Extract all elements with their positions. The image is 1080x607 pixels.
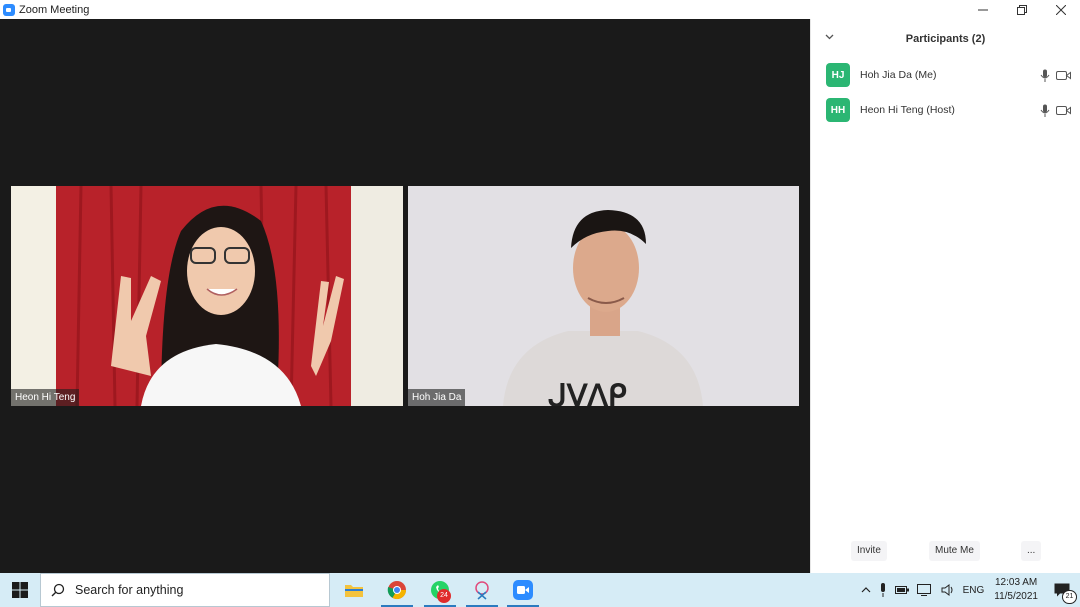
zoom-icon (513, 580, 533, 600)
video-gallery: Heon Hi Teng ᒍᐯᐱᑭ Hoh Jia Da (0, 19, 810, 573)
taskbar-search-box[interactable]: Search for anything (40, 573, 330, 607)
folder-icon (345, 585, 363, 597)
system-tray: ENG 12:03 AM 11/5/2021 21 (857, 573, 1080, 607)
battery-icon (894, 586, 909, 594)
video-camera-icon[interactable] (1056, 70, 1071, 81)
video-camera-icon[interactable] (1056, 105, 1071, 116)
language-indicator[interactable]: ENG (959, 573, 989, 607)
participant-row[interactable]: HJ Hoh Jia Da (Me) (826, 63, 1071, 87)
microphone-icon[interactable] (1040, 69, 1050, 82)
taskbar-zoom[interactable] (505, 573, 541, 607)
close-icon (1055, 4, 1066, 15)
windows-logo-icon (12, 582, 28, 598)
more-options-button[interactable]: ... (1021, 541, 1042, 561)
minimize-icon (977, 9, 988, 10)
chevron-up-icon (861, 587, 871, 593)
volume-tray[interactable] (937, 573, 959, 607)
participant-name-tag: Heon Hi Teng (11, 389, 80, 406)
video-tile-heon-hi-teng[interactable]: Heon Hi Teng (11, 186, 403, 406)
panel-footer: Invite Mute Me ... (811, 541, 1080, 561)
participant-name: Heon Hi Teng (Host) (860, 104, 955, 116)
windows-taskbar: Search for anything 24 ENG 12:03 AM 11/5… (0, 573, 1080, 607)
snipping-tool-icon (475, 581, 489, 600)
taskbar-snipping-tool[interactable] (464, 573, 500, 607)
participant-status-icons (1040, 69, 1071, 82)
participants-panel: Participants (2) HJ Hoh Jia Da (Me) HH H… (810, 19, 1080, 573)
mute-me-button[interactable]: Mute Me (929, 541, 980, 561)
speaker-icon (941, 584, 953, 596)
start-button[interactable] (0, 573, 40, 607)
clock-time: 12:03 AM (994, 577, 1038, 588)
restore-icon (1016, 4, 1027, 15)
collapse-panel-button[interactable] (825, 32, 834, 43)
notification-badge: 24 (437, 589, 451, 603)
title-bar: Zoom Meeting (0, 0, 1080, 19)
microphone-icon (880, 583, 885, 597)
microphone-icon[interactable] (1040, 104, 1050, 117)
chevron-down-icon (825, 34, 834, 40)
close-button[interactable] (1041, 0, 1080, 19)
taskbar-file-explorer[interactable] (336, 573, 372, 607)
clock[interactable]: 12:03 AM 11/5/2021 (988, 576, 1044, 604)
restore-button[interactable] (1002, 0, 1041, 19)
participant-name: Hoh Jia Da (Me) (860, 69, 937, 81)
video-tile-hoh-jia-da[interactable]: ᒍᐯᐱᑭ Hoh Jia Da (408, 186, 799, 406)
video-feed: ᒍᐯᐱᑭ (408, 186, 799, 406)
invite-button[interactable]: Invite (851, 541, 887, 561)
panel-header: Participants (2) (811, 19, 1080, 59)
notification-count: 21 (1062, 590, 1077, 604)
shirt-print: ᒍᐯᐱᑭ (548, 380, 627, 406)
show-hidden-icons-button[interactable] (857, 573, 875, 607)
panel-title: Participants (2) (905, 33, 986, 45)
window-title: Zoom Meeting (19, 3, 90, 16)
participant-row[interactable]: HH Heon Hi Teng (Host) (826, 98, 1071, 122)
search-icon (51, 583, 65, 597)
network-tray[interactable] (913, 573, 937, 607)
avatar: HJ (826, 63, 850, 87)
avatar: HH (826, 98, 850, 122)
participant-name-tag: Hoh Jia Da (408, 389, 466, 406)
taskbar-whatsapp[interactable]: 24 (422, 573, 458, 607)
taskbar-chrome[interactable] (379, 573, 415, 607)
network-icon (916, 584, 931, 596)
battery-tray[interactable] (891, 573, 913, 607)
microphone-tray[interactable] (875, 573, 891, 607)
zoom-logo-icon (3, 3, 15, 16)
action-center-button[interactable]: 21 (1044, 573, 1080, 607)
chrome-icon (387, 581, 406, 600)
minimize-button[interactable] (963, 0, 1002, 19)
participant-status-icons (1040, 104, 1071, 117)
clock-date: 11/5/2021 (994, 591, 1038, 602)
video-feed (11, 186, 403, 406)
search-placeholder: Search for anything (75, 583, 184, 597)
window-controls (963, 0, 1080, 19)
